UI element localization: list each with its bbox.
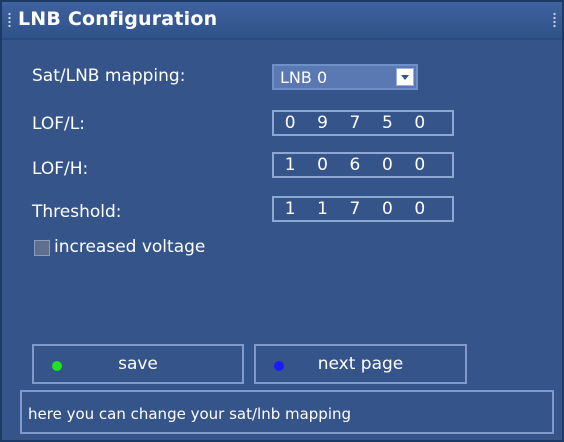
lof-l-digit: 7 xyxy=(349,113,361,133)
threshold-digit: 1 xyxy=(284,199,296,219)
lof-l-digit: 9 xyxy=(317,113,328,133)
sat-lnb-mapping-label: Sat/LNB mapping: xyxy=(32,66,186,86)
threshold-digit: 0 xyxy=(414,199,426,219)
lof-l-digit: 0 xyxy=(414,113,426,133)
lof-l-input[interactable]: 0 9 7 5 0 xyxy=(272,110,454,136)
lof-h-input[interactable]: 1 0 6 0 0 xyxy=(272,152,454,178)
lnb-configuration-window: LNB Configuration Sat/LNB mapping: LNB 0… xyxy=(0,0,564,442)
lof-h-digit: 0 xyxy=(381,155,393,175)
sat-lnb-mapping-select[interactable]: LNB 0 xyxy=(272,64,418,90)
threshold-input[interactable]: 1 1 7 0 0 xyxy=(272,196,454,222)
title-bar: LNB Configuration xyxy=(2,2,562,40)
help-bar: here you can change your sat/lnb mapping xyxy=(20,390,554,434)
help-text: here you can change your sat/lnb mapping xyxy=(28,405,352,423)
lof-l-digit: 0 xyxy=(284,113,296,133)
save-button-label: save xyxy=(118,354,158,374)
grip-icon xyxy=(553,12,556,28)
sat-lnb-mapping-value: LNB 0 xyxy=(280,68,328,87)
chevron-down-icon[interactable] xyxy=(396,68,414,86)
increased-voltage-checkbox[interactable] xyxy=(34,240,50,256)
lof-h-digit: 6 xyxy=(349,155,361,175)
window-title: LNB Configuration xyxy=(18,8,218,30)
threshold-digit: 0 xyxy=(381,199,393,219)
increased-voltage-label: increased voltage xyxy=(54,237,206,257)
next-page-button[interactable]: next page xyxy=(254,344,467,384)
threshold-digit: 7 xyxy=(349,199,361,219)
lof-l-digit: 5 xyxy=(381,113,393,133)
threshold-digit: 1 xyxy=(317,199,328,219)
grip-icon xyxy=(8,12,11,28)
lof-l-label: LOF/L: xyxy=(32,114,85,134)
lof-h-digit: 0 xyxy=(414,155,426,175)
lof-h-digit: 0 xyxy=(317,155,328,175)
threshold-label: Threshold: xyxy=(32,202,122,222)
lof-h-label: LOF/H: xyxy=(32,159,89,179)
lof-h-digit: 1 xyxy=(284,155,296,175)
next-page-button-label: next page xyxy=(317,354,404,374)
save-button[interactable]: save xyxy=(32,344,244,384)
